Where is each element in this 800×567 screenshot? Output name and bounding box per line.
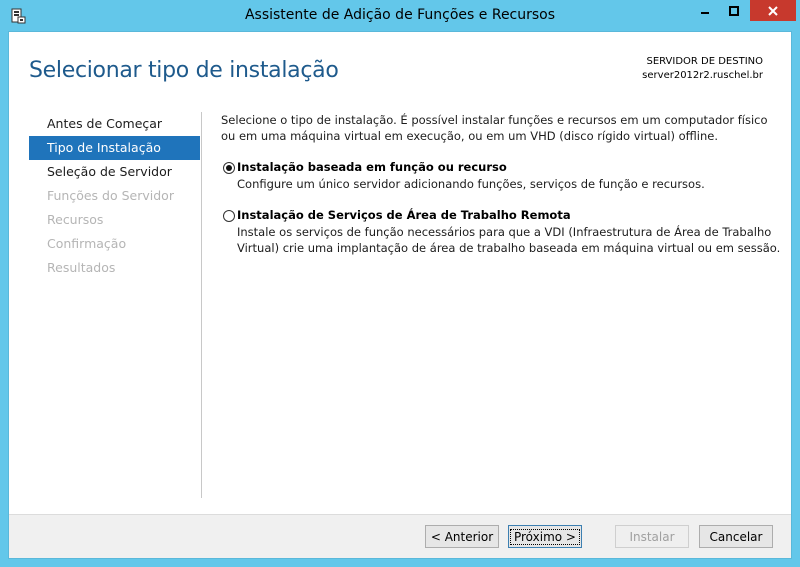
maximize-button[interactable] (720, 0, 748, 21)
window-title: Assistente de Adição de Funções e Recurs… (244, 7, 556, 23)
minimize-button[interactable] (691, 0, 719, 21)
previous-button[interactable]: < Anterior (425, 525, 499, 548)
nav-item-resultados: Resultados (47, 260, 116, 275)
option-remote-desktop[interactable]: Instalação de Serviços de Área de Trabal… (221, 208, 781, 256)
option-remote-desktop-description: Instale os serviços de função necessário… (237, 225, 781, 255)
wizard-footer: < Anterior Próximo > Instalar Cancelar (9, 514, 791, 558)
radio-remote-desktop[interactable] (223, 210, 235, 222)
destination-server-name: server2012r2.ruschel.br (642, 70, 763, 81)
close-icon (768, 5, 778, 16)
radio-role-based[interactable] (223, 162, 235, 174)
nav-divider (201, 112, 202, 498)
title-bar[interactable]: Assistente de Adição de Funções e Recurs… (0, 0, 800, 32)
install-button: Instalar (615, 525, 689, 548)
cancel-button[interactable]: Cancelar (699, 525, 773, 548)
wizard-window: Assistente de Adição de Funções e Recurs… (0, 0, 800, 567)
option-role-based-title[interactable]: Instalação baseada em função ou recurso (237, 160, 781, 174)
option-role-based[interactable]: Instalação baseada em função ou recurso … (221, 160, 781, 192)
main-content: Selecione o tipo de instalação. É possív… (221, 112, 781, 256)
nav-item-confirmacao: Confirmação (47, 236, 127, 251)
nav-item-tipo-de-instalacao[interactable]: Tipo de Instalação (29, 136, 200, 160)
next-button-label: Próximo > (509, 528, 581, 545)
page-title: Selecionar tipo de instalação (29, 58, 339, 83)
wizard-header: Selecionar tipo de instalação SERVIDOR D… (9, 32, 791, 104)
option-remote-desktop-title[interactable]: Instalação de Serviços de Área de Trabal… (237, 208, 781, 222)
maximize-icon (729, 5, 739, 16)
nav-item-selecao-de-servidor[interactable]: Seleção de Servidor (29, 160, 200, 184)
destination-server-label: SERVIDOR DE DESTINO (646, 56, 763, 67)
next-button[interactable]: Próximo > (508, 525, 582, 548)
close-button[interactable] (750, 0, 796, 21)
wizard-client-area: Selecionar tipo de instalação SERVIDOR D… (8, 31, 792, 559)
intro-text: Selecione o tipo de instalação. É possív… (221, 113, 768, 143)
nav-item-recursos: Recursos (47, 212, 104, 227)
minimize-icon (701, 11, 709, 14)
nav-item-antes-de-comecar[interactable]: Antes de Começar (29, 112, 200, 136)
option-role-based-description: Configure um único servidor adicionando … (237, 177, 705, 191)
wizard-navigation: Antes de Começar Tipo de Instalação Sele… (29, 112, 200, 280)
nav-item-funcoes-do-servidor: Funções do Servidor (47, 188, 174, 203)
